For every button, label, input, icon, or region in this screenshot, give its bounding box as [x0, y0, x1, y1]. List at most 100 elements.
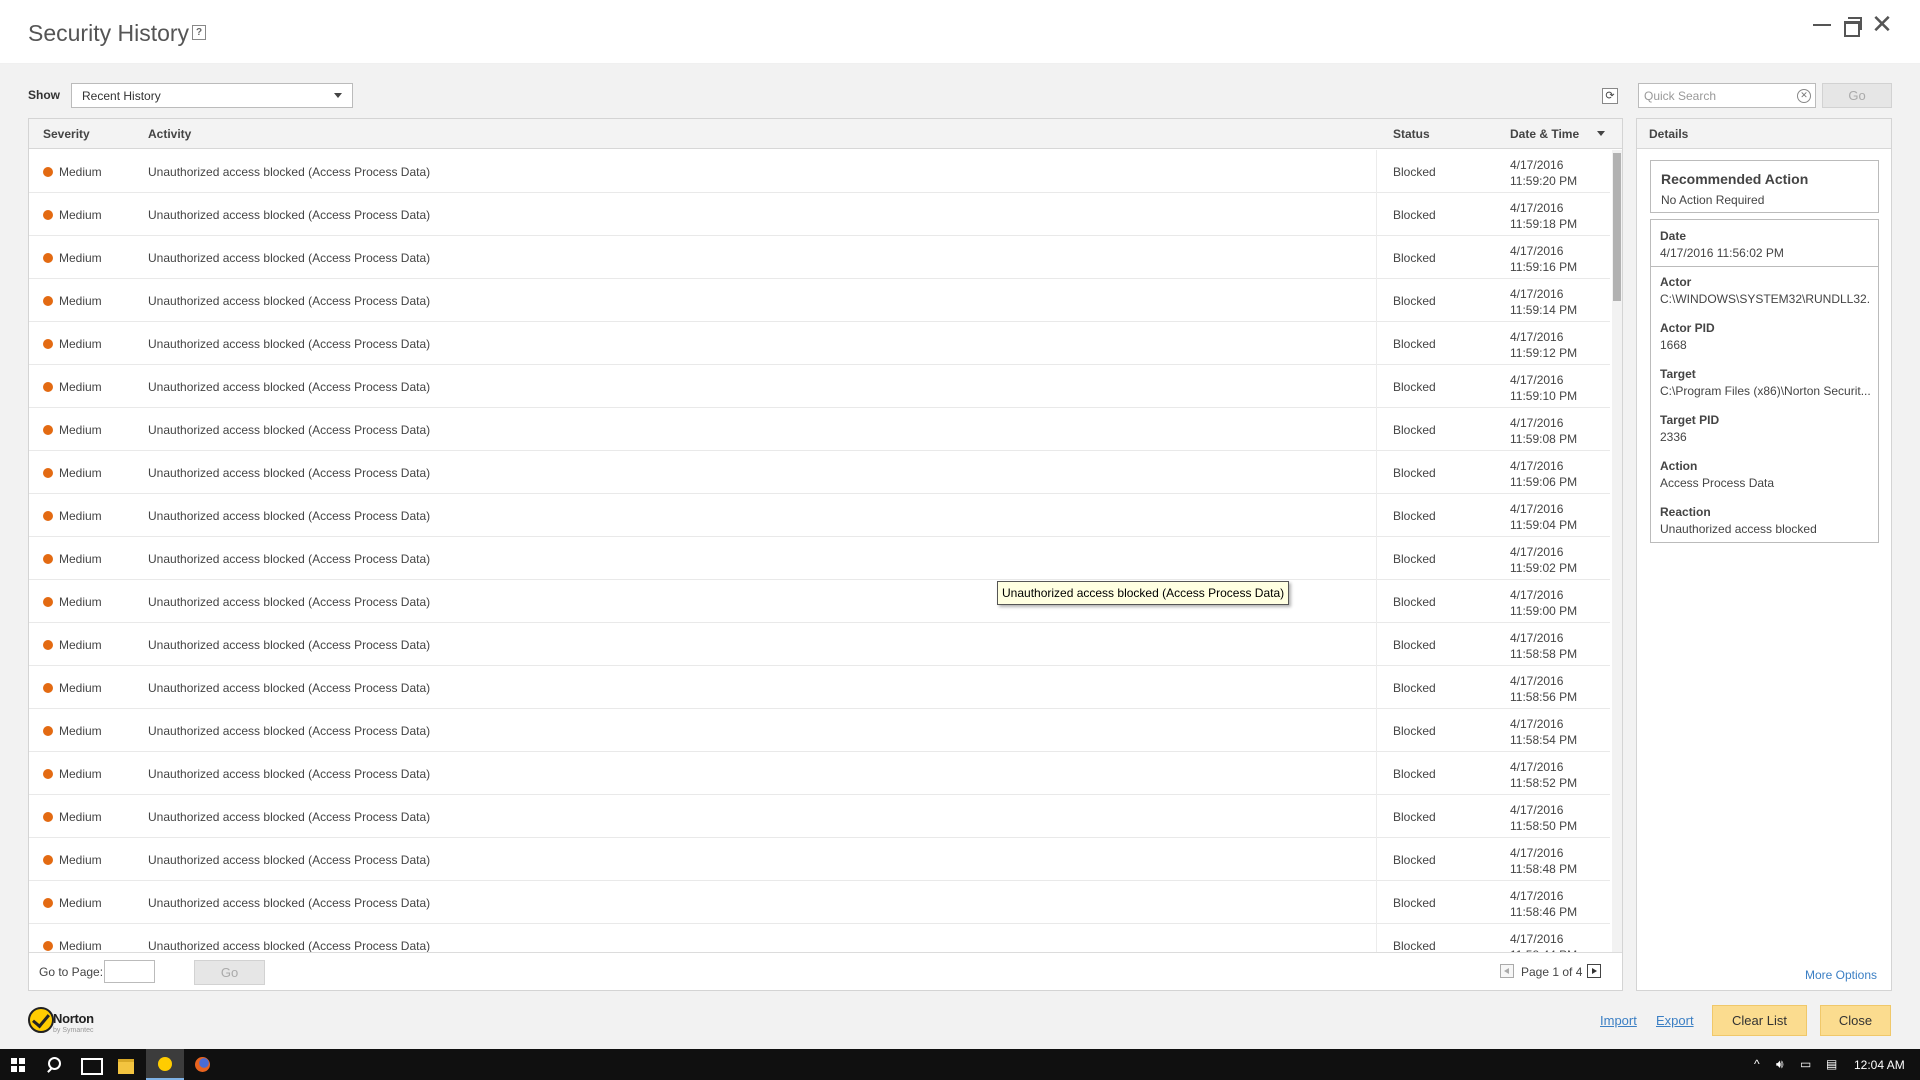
firefox-icon[interactable]: [184, 1049, 220, 1080]
table-row[interactable]: Medium Unauthorized access blocked (Acces…: [29, 494, 1610, 537]
status-cell: Blocked: [1393, 681, 1436, 695]
severity-cell: Medium: [59, 724, 102, 738]
sort-descending-icon[interactable]: [1597, 131, 1605, 136]
column-header-status[interactable]: Status: [1393, 127, 1430, 141]
activity-cell: Unauthorized access blocked (Access Proc…: [148, 251, 431, 265]
close-button[interactable]: Close: [1820, 1005, 1891, 1036]
time-cell: 11:59:14 PM: [1510, 303, 1578, 317]
severity-indicator-icon: [43, 210, 53, 220]
clear-search-icon[interactable]: ✕: [1797, 89, 1811, 103]
column-divider: [1376, 236, 1377, 279]
table-row[interactable]: Medium Unauthorized access blocked (Acces…: [29, 236, 1610, 279]
date-cell: 4/17/2016: [1510, 545, 1564, 559]
maximize-button[interactable]: [1838, 12, 1866, 38]
severity-indicator-icon: [43, 167, 53, 177]
column-divider: [1376, 795, 1377, 838]
table-row[interactable]: Medium Unauthorized access blocked (Acces…: [29, 709, 1610, 752]
go-to-page-label: Go to Page:: [39, 965, 104, 979]
action-center-icon[interactable]: ▤: [1826, 1057, 1837, 1071]
severity-cell: Medium: [59, 466, 102, 480]
table-row[interactable]: Medium Unauthorized access blocked (Acces…: [29, 924, 1610, 952]
minimize-button[interactable]: [1808, 12, 1836, 38]
time-cell: 11:59:18 PM: [1510, 217, 1578, 231]
severity-indicator-icon: [43, 855, 53, 865]
activity-cell: Unauthorized access blocked (Access Proc…: [148, 294, 431, 308]
norton-taskbar-icon[interactable]: [146, 1049, 184, 1080]
date-cell: 4/17/2016: [1510, 287, 1564, 301]
time-cell: 11:59:04 PM: [1510, 518, 1578, 532]
status-cell: Blocked: [1393, 595, 1436, 609]
table-row[interactable]: Medium Unauthorized access blocked (Acces…: [29, 365, 1610, 408]
export-link[interactable]: Export: [1656, 1013, 1694, 1028]
taskbar: ^ 🔊︎ ▭ ▤ 12:04 AM: [0, 1049, 1920, 1080]
vertical-scrollbar[interactable]: [1612, 150, 1622, 952]
date-cell: 4/17/2016: [1510, 846, 1564, 860]
severity-cell: Medium: [59, 294, 102, 308]
norton-checkmark-icon: [28, 1007, 54, 1033]
event-date-section: Date 4/17/2016 11:56:02 PM: [1651, 220, 1878, 267]
reaction-label: Reaction: [1660, 505, 1711, 519]
file-explorer-icon[interactable]: [108, 1049, 144, 1080]
column-divider: [1376, 666, 1377, 709]
close-window-button[interactable]: ✕: [1868, 11, 1896, 38]
table-row[interactable]: Medium Unauthorized access blocked (Acces…: [29, 881, 1610, 924]
next-page-icon[interactable]: [1587, 964, 1601, 978]
import-link[interactable]: Import: [1600, 1013, 1637, 1028]
quick-search-input[interactable]: [1639, 84, 1789, 107]
network-icon[interactable]: ▭: [1800, 1057, 1811, 1071]
window-title: Security History: [28, 20, 190, 46]
detail-field-target-pid: Target PID 2336: [1660, 413, 1870, 444]
table-row[interactable]: Medium Unauthorized access blocked (Acces…: [29, 623, 1610, 666]
severity-cell: Medium: [59, 337, 102, 351]
table-header: Severity Activity Status Date & Time: [29, 119, 1622, 149]
go-to-page-input[interactable]: [104, 960, 155, 983]
column-header-date-time[interactable]: Date & Time: [1510, 127, 1579, 141]
detail-field-action: Action Access Process Data: [1660, 459, 1870, 490]
table-row[interactable]: Medium Unauthorized access blocked (Acces…: [29, 322, 1610, 365]
column-divider: [1376, 752, 1377, 795]
detail-field-actor: Actor C:\WINDOWS\SYSTEM32\RUNDLL32....: [1660, 275, 1870, 306]
activity-cell: Unauthorized access blocked (Access Proc…: [148, 509, 431, 523]
table-row[interactable]: Medium Unauthorized access blocked (Acces…: [29, 193, 1610, 236]
time-cell: 11:59:20 PM: [1510, 174, 1578, 188]
severity-cell: Medium: [59, 810, 102, 824]
status-cell: Blocked: [1393, 466, 1436, 480]
table-row[interactable]: Medium Unauthorized access blocked (Acces…: [29, 580, 1610, 623]
table-row[interactable]: Medium Unauthorized access blocked (Acces…: [29, 408, 1610, 451]
table-row[interactable]: Medium Unauthorized access blocked (Acces…: [29, 451, 1610, 494]
show-dropdown[interactable]: Recent History: [71, 83, 353, 108]
date-cell: 4/17/2016: [1510, 674, 1564, 688]
quick-search-box[interactable]: ✕: [1638, 83, 1816, 108]
column-divider: [1376, 580, 1377, 623]
search-go-button[interactable]: Go: [1822, 83, 1892, 108]
help-icon[interactable]: ?: [192, 25, 206, 40]
table-row[interactable]: Medium Unauthorized access blocked (Acces…: [29, 666, 1610, 709]
task-view-icon[interactable]: [72, 1049, 108, 1080]
windows-start-icon[interactable]: [0, 1049, 36, 1080]
table-row[interactable]: Medium Unauthorized access blocked (Acces…: [29, 537, 1610, 580]
detail-field-reaction: Reaction Unauthorized access blocked: [1660, 505, 1870, 536]
table-row[interactable]: Medium Unauthorized access blocked (Acces…: [29, 752, 1610, 795]
show-hidden-icons-icon[interactable]: ^: [1754, 1057, 1760, 1071]
search-icon[interactable]: [36, 1049, 72, 1080]
table-row[interactable]: Medium Unauthorized access blocked (Acces…: [29, 279, 1610, 322]
volume-icon[interactable]: 🔊︎: [1776, 1057, 1784, 1072]
severity-indicator-icon: [43, 382, 53, 392]
time-cell: 11:59:10 PM: [1510, 389, 1578, 403]
column-divider: [1376, 494, 1377, 537]
more-options-link[interactable]: More Options: [1805, 968, 1877, 982]
taskbar-clock[interactable]: 12:04 AM: [1854, 1058, 1905, 1072]
refresh-icon[interactable]: ⟳: [1602, 88, 1618, 104]
status-cell: Blocked: [1393, 939, 1436, 952]
clear-list-button[interactable]: Clear List: [1712, 1005, 1807, 1036]
column-header-severity[interactable]: Severity: [43, 127, 90, 141]
table-row[interactable]: Medium Unauthorized access blocked (Acces…: [29, 838, 1610, 881]
scrollbar-thumb[interactable]: [1613, 153, 1621, 301]
action-label: Action: [1660, 459, 1698, 473]
go-to-page-button[interactable]: Go: [194, 960, 265, 985]
previous-page-icon[interactable]: [1500, 964, 1514, 978]
table-row[interactable]: Medium Unauthorized access blocked (Acces…: [29, 795, 1610, 838]
column-header-activity[interactable]: Activity: [148, 127, 191, 141]
table-row[interactable]: Medium Unauthorized access blocked (Acces…: [29, 150, 1610, 193]
column-divider: [1376, 623, 1377, 666]
